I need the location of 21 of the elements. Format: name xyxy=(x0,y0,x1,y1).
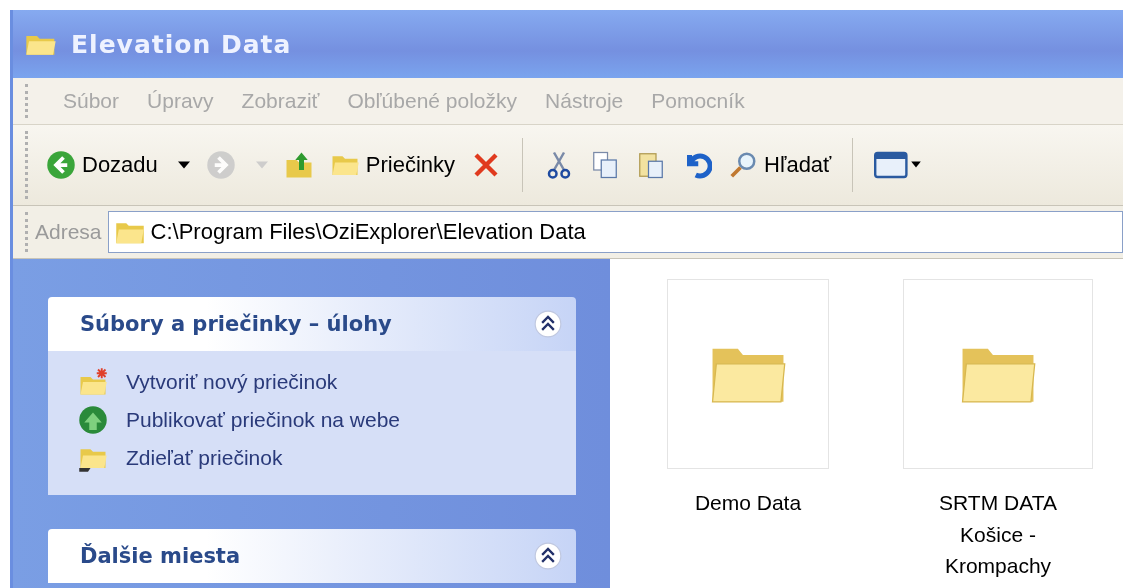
address-label: Adresa xyxy=(35,220,102,244)
task-link[interactable]: Zdieľať priečinok xyxy=(126,446,283,470)
new-folder-icon xyxy=(78,367,108,397)
views-icon xyxy=(874,150,923,180)
back-button[interactable]: Dozadu xyxy=(41,146,195,184)
dropdown-caret-icon xyxy=(177,161,190,169)
globe-icon xyxy=(78,405,108,435)
folders-button[interactable]: Priečinky xyxy=(324,146,461,184)
folder-thumbnail[interactable] xyxy=(903,279,1093,469)
folder-thumbnail[interactable] xyxy=(667,279,829,469)
window-title: Elevation Data xyxy=(71,29,292,59)
task-link[interactable]: Publikovať priečinok na webe xyxy=(126,408,401,432)
search-button[interactable]: Hľadať xyxy=(723,146,837,184)
folder-name[interactable]: Demo Data xyxy=(658,487,838,519)
address-field[interactable]: C:\Program Files\OziExplorer\Elevation Data xyxy=(107,211,1123,253)
collapse-icon[interactable] xyxy=(534,310,562,338)
dropdown-caret-icon xyxy=(255,161,268,169)
task-link[interactable]: Vytvoriť nový priečinok xyxy=(126,370,338,394)
collapse-icon[interactable] xyxy=(534,542,562,570)
panel-title[interactable]: Ďalšie miesta xyxy=(80,544,241,568)
folder-name[interactable]: SRTM DATA Košice - Krompachy xyxy=(908,487,1088,582)
